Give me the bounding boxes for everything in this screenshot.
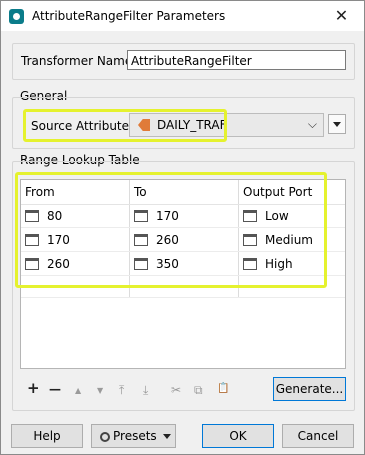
presets-button[interactable]: Presets [91,424,176,448]
title-bar: AttributeRangeFilter Parameters ✕ [1,1,364,31]
source-attribute-label: Source Attribute: [31,119,134,133]
move-up-icon[interactable]: ▲ [75,386,81,395]
generate-button[interactable]: Generate... [273,377,346,401]
app-icon [9,9,24,24]
move-bottom-icon[interactable]: ⤓ [143,383,148,398]
value-icon [243,210,257,222]
source-attribute-value: DAILY_TRAF [157,118,227,132]
cell-output-port[interactable]: Medium [243,233,343,249]
cell-to[interactable]: 260 [134,233,234,249]
close-button[interactable]: ✕ [319,1,364,31]
move-top-icon[interactable]: ⤒ [119,383,124,398]
cell-output-port[interactable]: Low [243,209,343,225]
column-header-output-port[interactable]: Output Port [243,185,312,199]
value-icon [25,258,39,270]
transformer-name-label: Transformer Name: [21,54,137,68]
value-icon [134,210,148,222]
column-header-from[interactable]: From [25,185,55,199]
range-lookup-table: From To Output Port 80 170 Low 170 260 M… [20,179,346,369]
copy-icon[interactable]: ⧉ [194,383,203,398]
remove-row-icon[interactable]: — [49,382,61,396]
value-icon [243,258,257,270]
add-row-icon[interactable]: + [27,379,40,397]
value-icon [25,234,39,246]
cancel-button[interactable]: Cancel [282,424,354,448]
cut-icon[interactable]: ✂ [171,383,181,397]
cell-from[interactable]: 260 [25,257,125,273]
move-down-icon[interactable]: ▼ [97,386,103,395]
cell-from[interactable]: 80 [25,209,125,225]
column-header-to[interactable]: To [134,185,147,199]
value-icon [134,258,148,270]
cell-to[interactable]: 170 [134,209,234,225]
gear-icon [100,431,110,442]
attribute-menu-button[interactable] [328,114,346,134]
cell-from[interactable]: 170 [25,233,125,249]
help-button[interactable]: Help [11,424,83,448]
ok-button[interactable]: OK [202,424,274,448]
value-icon [25,210,39,222]
chevron-down-icon [162,434,171,439]
value-icon [243,234,257,246]
dialog-window: AttributeRangeFilter Parameters ✕ Transf… [0,0,365,455]
transformer-name-input[interactable]: AttributeRangeFilter [127,50,346,70]
source-attribute-dropdown[interactable]: DAILY_TRAF ⌵ [129,113,324,137]
window-title: AttributeRangeFilter Parameters [32,9,226,23]
chevron-down-icon: ⌵ [307,117,317,131]
cell-output-port[interactable]: High [243,257,343,273]
attribute-icon [138,119,150,131]
cell-to[interactable]: 350 [134,257,234,273]
value-icon [134,234,148,246]
presets-label: Presets [113,429,157,443]
paste-icon[interactable]: 📋 [217,383,229,394]
